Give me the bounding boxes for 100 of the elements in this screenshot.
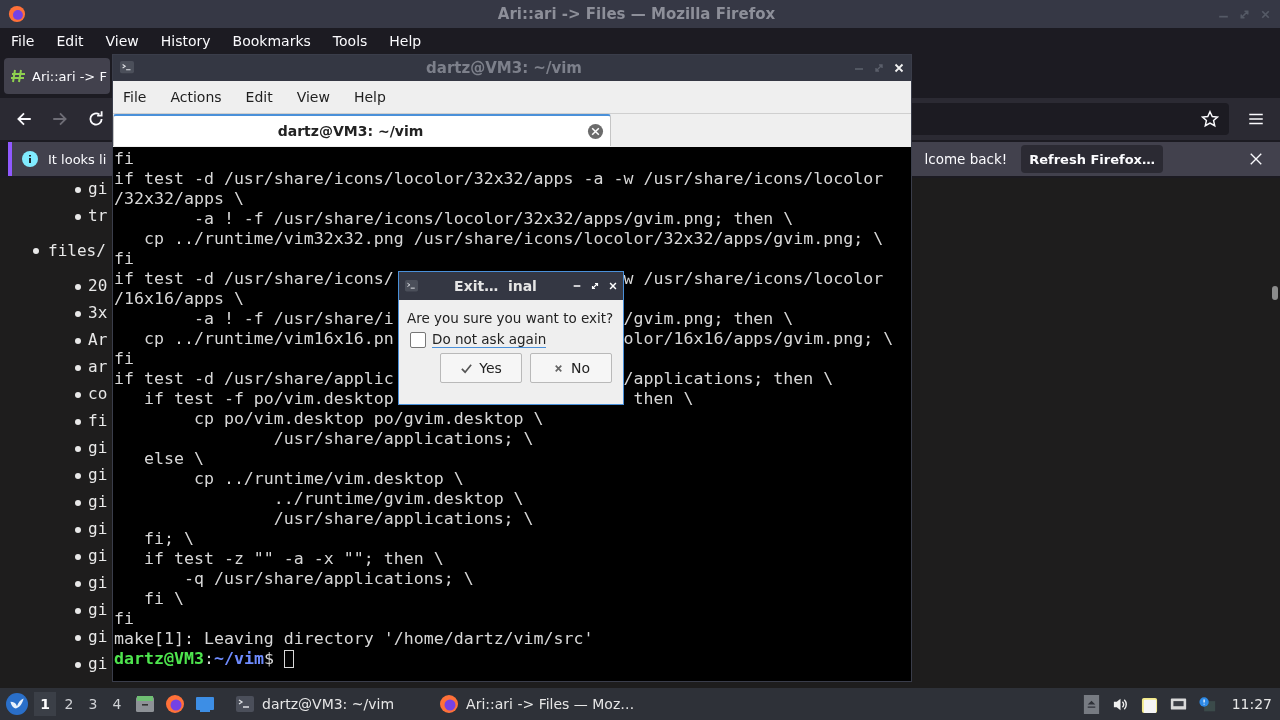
eject-icon[interactable]: [1082, 694, 1100, 714]
terminal-line: -a ! -f /usr/share/i: [192, 309, 394, 329]
menu-item[interactable]: Actions: [170, 89, 222, 105]
terminal-line: if test -z "" -a -x ""; then \: [142, 549, 444, 569]
terminal-line: cp po/vim.desktop po/gvim.desktop \: [192, 409, 544, 429]
menu-item[interactable]: Edit: [245, 89, 273, 105]
terminal-line: /applications; then \: [623, 369, 834, 389]
list-item: gi: [88, 546, 108, 565]
firefox-icon: [439, 694, 460, 714]
terminal-line: /32x32/apps \: [114, 189, 244, 209]
close-icon[interactable]: [1249, 152, 1263, 166]
refresh-button[interactable]: Refresh Firefox…: [1021, 145, 1163, 173]
check-icon: [460, 361, 474, 375]
list-item: gi: [88, 179, 108, 198]
menu-item[interactable]: File: [123, 89, 147, 105]
terminal-line: if test -d /usr/share/icons/locolor/32x32/apps -a -w /usr/share/icons/locolor: [114, 169, 884, 189]
shell-prompt: dartz@VM3:~/vim$: [114, 649, 274, 669]
terminal-line: cp ../runtime/vim32x32.png /usr/share/icons/locolor/32x32/apps/gvim.png; \: [142, 229, 884, 249]
terminal-tab[interactable]: dartz@VM3: ~/vim: [113, 114, 611, 146]
menu-item[interactable]: Help: [353, 89, 386, 105]
terminal-line: /16x16/apps \: [114, 289, 244, 309]
notification-text: lcome back!: [924, 151, 1008, 167]
menu-item[interactable]: Bookmarks: [232, 33, 311, 49]
no-button[interactable]: No: [530, 353, 612, 383]
list-item: fi: [88, 411, 108, 430]
hash-icon: [10, 68, 26, 84]
workspace-button[interactable]: 1: [34, 692, 56, 716]
close-icon[interactable]: [893, 62, 905, 74]
folder-icon[interactable]: [135, 694, 155, 714]
notification-icon[interactable]: [1198, 694, 1216, 714]
list-item: gi: [88, 519, 108, 538]
menu-item[interactable]: Edit: [56, 33, 84, 49]
taskbar-task[interactable]: Ari::ari -> Files — Moz…: [434, 690, 665, 718]
list-item: tr: [88, 206, 108, 225]
dialog-message: Are you sure you want to exit?: [407, 310, 615, 326]
terminal-line: else \: [142, 449, 204, 469]
terminal-line: -a ! -f /usr/share/icons/locolor/32x32/apps/gvim.png; then \: [192, 209, 794, 229]
workspace-button[interactable]: 3: [82, 692, 104, 716]
terminal-line: /usr/share/applications; \: [272, 509, 534, 529]
list-item: Ar: [88, 330, 108, 349]
list-item: 20: [88, 276, 108, 295]
terminal-line: w /usr/share/icons/locolor: [623, 269, 884, 289]
list-item: co: [88, 384, 108, 403]
dialog-title: Exit… inal: [453, 278, 538, 294]
terminal-line: /usr/share/applications; \: [272, 429, 534, 449]
task-label: dartz@VM3: ~/vim: [262, 696, 395, 712]
star-icon[interactable]: [1201, 110, 1219, 128]
terminal-line: ../runtime/gvim.desktop \: [272, 489, 524, 509]
desktop-icon[interactable]: [195, 694, 215, 714]
browser-tab[interactable]: Ari::ari -> F: [4, 58, 110, 94]
back-icon[interactable]: [15, 110, 33, 128]
list-item: ar: [88, 357, 108, 376]
terminal-line: olor/16x16/apps/gvim.png; \: [623, 329, 894, 349]
list-item: 3x: [88, 303, 108, 322]
checkbox-label[interactable]: Do not ask again: [432, 331, 547, 348]
terminal-line: fi: [114, 349, 134, 369]
menu-item[interactable]: View: [105, 33, 139, 49]
taskbar-task[interactable]: dartz@VM3: ~/vim: [230, 690, 425, 718]
menu-item[interactable]: File: [11, 33, 35, 49]
terminal-line: make[1]: Leaving directory '/home/dartz/vim/src': [114, 629, 594, 649]
terminal-line: if test -f po/vim.desktop: [142, 389, 394, 409]
window-title: dartz@VM3: ~/vim: [425, 59, 583, 77]
workspace-button[interactable]: 4: [106, 692, 128, 716]
firefox-icon: [8, 5, 26, 23]
terminal-line: /gvim.png; then \: [623, 309, 794, 329]
terminal-line: fi: [114, 149, 134, 169]
list-item: files/: [48, 241, 106, 260]
terminal-line: if test -d /usr/share/applic: [114, 369, 394, 389]
menu-item[interactable]: Tools: [332, 33, 368, 49]
terminal-line: fi: [114, 249, 134, 269]
reload-icon[interactable]: [87, 110, 105, 128]
terminal-icon: [119, 61, 135, 75]
menu-item[interactable]: History: [160, 33, 211, 49]
notification-text: It looks li: [48, 151, 107, 167]
yes-button[interactable]: Yes: [440, 353, 522, 383]
clock: 11:27: [1231, 696, 1272, 712]
forward-icon[interactable]: [51, 110, 69, 128]
info-icon: [22, 151, 38, 167]
terminal-icon: [404, 279, 419, 293]
checkbox[interactable]: [410, 331, 426, 348]
terminal-line: if test -d /usr/share/icons/: [114, 269, 394, 289]
firefox-icon[interactable]: [165, 694, 185, 714]
task-label: Ari::ari -> Files — Moz…: [466, 696, 635, 712]
list-item: gi: [88, 600, 108, 619]
list-item: gi: [88, 438, 108, 457]
menu-item[interactable]: Help: [389, 33, 422, 49]
close-icon[interactable]: [587, 122, 604, 140]
terminal-line: fi: [114, 609, 134, 629]
list-item: gi: [88, 492, 108, 511]
workspace-button[interactable]: 2: [58, 692, 80, 716]
list-item: gi: [88, 465, 108, 484]
terminal-line: fi \: [142, 589, 184, 609]
terminal-line: then \: [632, 389, 694, 409]
terminal-icon: [235, 694, 255, 714]
menu-item[interactable]: View: [296, 89, 330, 105]
maximize-icon[interactable]: [590, 281, 600, 291]
terminal-line: -q /usr/share/applications; \: [182, 569, 474, 589]
terminal-line: cp ../runtime/vim16x16.pn: [142, 329, 394, 349]
list-item: gi: [88, 654, 108, 673]
cursor: [283, 650, 294, 668]
